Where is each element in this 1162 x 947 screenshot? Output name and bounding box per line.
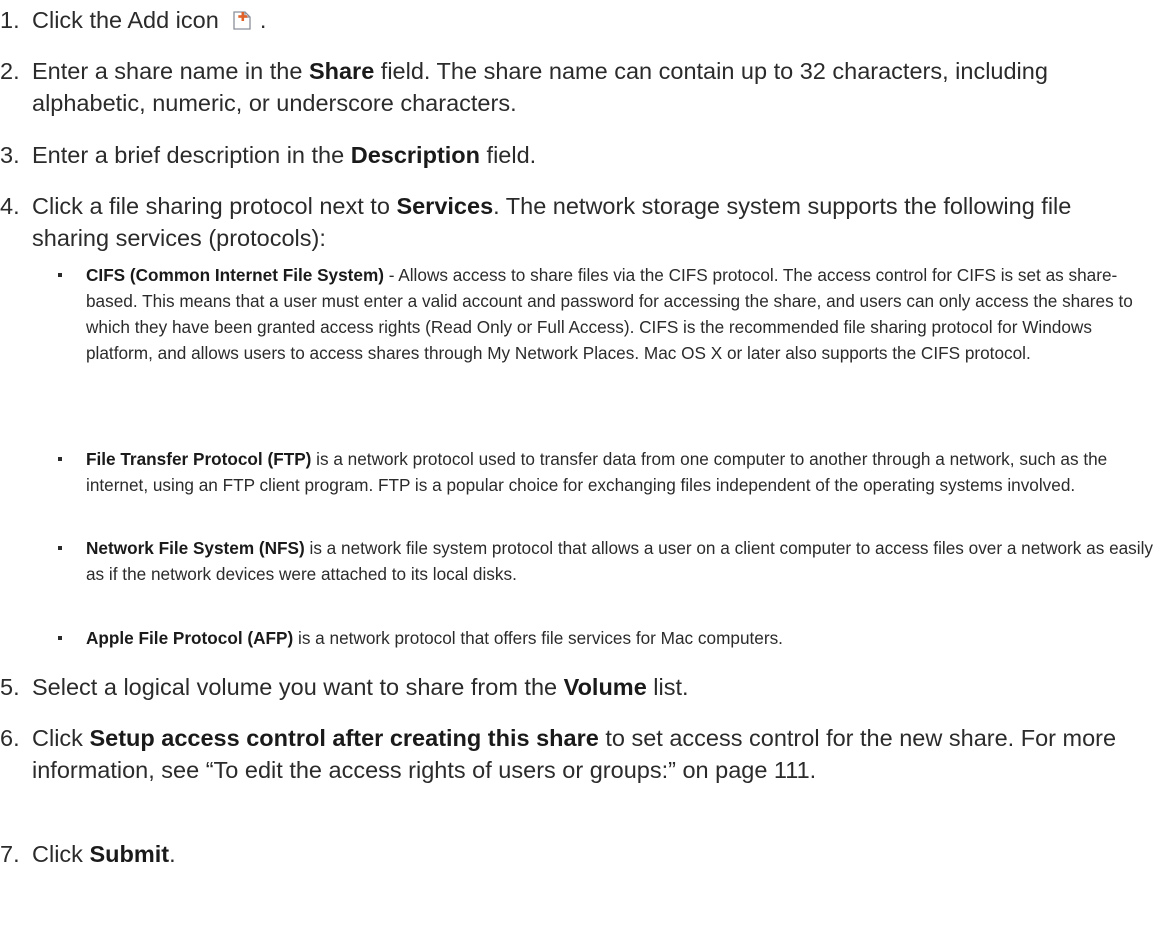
- field-name-share: Share: [308, 58, 375, 84]
- step-2: 2. Enter a share name in the Share field…: [0, 55, 1150, 119]
- field-name-volume: Volume: [563, 674, 647, 700]
- step-6: 6. Click Setup access control after crea…: [0, 722, 1150, 786]
- field-name-description: Description: [350, 142, 481, 168]
- bullet-marker: [58, 273, 62, 277]
- protocol-description: is a network protocol that offers file s…: [293, 628, 783, 648]
- field-name-services: Services: [396, 193, 494, 219]
- bullet-afp: Apple File Protocol (AFP) is a network p…: [50, 625, 1158, 651]
- step-number: 7.: [0, 841, 20, 867]
- option-name-setup-access-control: Setup access control after creating this…: [89, 725, 599, 751]
- step-number: 5.: [0, 674, 20, 700]
- protocol-name-ftp: File Transfer Protocol (FTP): [86, 449, 312, 469]
- bullet-marker: [58, 546, 62, 550]
- step-number: 6.: [0, 725, 20, 751]
- bullet-marker: [58, 457, 62, 461]
- bullet-ftp: File Transfer Protocol (FTP) is a networ…: [50, 446, 1158, 498]
- step-3: 3. Enter a brief description in the Desc…: [0, 139, 1150, 171]
- step-number: 4.: [0, 193, 20, 219]
- bullet-marker: [58, 636, 62, 640]
- step-text: Click the Add icon: [32, 7, 219, 33]
- step-5: 5. Select a logical volume you want to s…: [0, 671, 1150, 703]
- step-text: Enter a brief description in the: [32, 142, 351, 168]
- step-text: Click a file sharing protocol next to: [32, 193, 397, 219]
- protocol-name-afp: Apple File Protocol (AFP): [86, 628, 294, 648]
- step-4: 4. Click a file sharing protocol next to…: [0, 190, 1150, 254]
- step-number: 2.: [0, 58, 20, 84]
- step-1: 1. Click the Add icon .: [0, 4, 1150, 36]
- step-text-end: field.: [480, 142, 537, 168]
- step-text-end: list.: [646, 674, 689, 700]
- step-text-end: .: [259, 7, 267, 33]
- bullet-nfs: Network File System (NFS) is a network f…: [50, 535, 1158, 587]
- step-text-end: .: [169, 841, 176, 867]
- step-7: 7. Click Submit.: [0, 838, 1150, 870]
- step-number: 1.: [0, 7, 20, 33]
- step-text: Enter a share name in the: [32, 58, 309, 84]
- bullet-cifs: CIFS (Common Internet File System) - All…: [50, 262, 1158, 366]
- step-text: Select a logical volume you want to shar…: [32, 674, 564, 700]
- add-document-icon: [233, 11, 251, 30]
- protocol-name-nfs: Network File System (NFS): [86, 538, 305, 558]
- button-name-submit: Submit: [89, 841, 170, 867]
- protocol-name-cifs: CIFS (Common Internet File System): [86, 265, 384, 285]
- step-number: 3.: [0, 142, 20, 168]
- step-text: Click: [32, 725, 90, 751]
- step-text: Click: [32, 841, 90, 867]
